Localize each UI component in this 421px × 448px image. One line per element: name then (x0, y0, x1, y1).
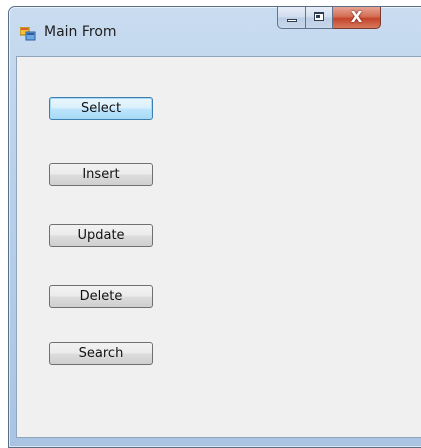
form-client-area: Select Insert Update Delete Search (16, 56, 421, 438)
search-button[interactable]: Search (49, 342, 153, 365)
main-window: Main From X Select Insert Update Delete … (8, 6, 421, 448)
close-button[interactable]: X (333, 7, 381, 29)
delete-button[interactable]: Delete (49, 285, 153, 308)
form-app-icon[interactable] (19, 26, 36, 41)
maximize-button[interactable] (306, 7, 333, 29)
select-button[interactable]: Select (49, 97, 153, 120)
maximize-icon (314, 12, 324, 21)
window-title: Main From (44, 24, 117, 40)
close-icon: X (350, 8, 363, 26)
insert-button[interactable]: Insert (49, 163, 153, 186)
update-button[interactable]: Update (49, 224, 153, 247)
minimize-button[interactable] (277, 7, 306, 29)
minimize-icon (287, 19, 297, 22)
title-bar[interactable]: Main From X (9, 7, 421, 49)
caption-buttons: X (277, 7, 381, 31)
